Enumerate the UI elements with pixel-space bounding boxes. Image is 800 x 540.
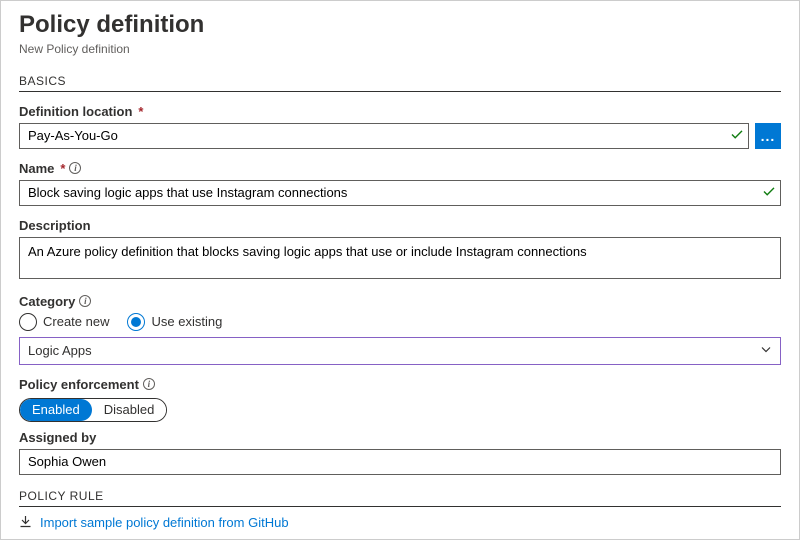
field-category: Category i Create new Use existing Logic…: [19, 294, 781, 365]
definition-location-input[interactable]: [19, 123, 749, 149]
policy-enforcement-label: Policy enforcement i: [19, 377, 781, 392]
page-subtitle: New Policy definition: [19, 42, 781, 56]
name-label-text: Name: [19, 161, 54, 176]
info-icon[interactable]: i: [79, 295, 91, 307]
radio-icon: [19, 313, 37, 331]
assigned-by-label: Assigned by: [19, 430, 781, 445]
section-policy-rule-heading: POLICY RULE: [19, 489, 781, 507]
policy-enforcement-label-text: Policy enforcement: [19, 377, 139, 392]
field-name: Name * i: [19, 161, 781, 206]
page-title: Policy definition: [19, 11, 781, 40]
field-assigned-by: Assigned by: [19, 430, 781, 475]
import-sample-link-text: Import sample policy definition from Git…: [40, 515, 289, 530]
enforcement-disabled-option[interactable]: Disabled: [92, 399, 167, 421]
assigned-by-input[interactable]: [19, 449, 781, 475]
category-select-value: Logic Apps: [28, 343, 92, 358]
enforcement-enabled-option[interactable]: Enabled: [20, 399, 92, 421]
section-basics-heading: BASICS: [19, 74, 781, 92]
definition-location-label-text: Definition location: [19, 104, 132, 119]
required-asterisk: *: [60, 161, 65, 176]
required-asterisk: *: [138, 104, 143, 119]
policy-definition-panel: Policy definition New Policy definition …: [0, 0, 800, 540]
category-select[interactable]: Logic Apps: [19, 337, 781, 365]
name-input[interactable]: [19, 180, 781, 206]
download-icon: [19, 515, 32, 531]
category-radio-use-existing[interactable]: Use existing: [127, 313, 222, 331]
category-radio-create-new[interactable]: Create new: [19, 313, 109, 331]
chevron-down-icon: [760, 343, 772, 358]
definition-location-picker-button[interactable]: ...: [755, 123, 781, 149]
description-label: Description: [19, 218, 781, 233]
description-input[interactable]: An Azure policy definition that blocks s…: [19, 237, 781, 279]
category-label: Category i: [19, 294, 781, 309]
import-sample-link[interactable]: Import sample policy definition from Git…: [19, 515, 289, 531]
category-radio-group: Create new Use existing: [19, 313, 781, 331]
category-label-text: Category: [19, 294, 75, 309]
category-create-label: Create new: [43, 314, 109, 329]
info-icon[interactable]: i: [143, 378, 155, 390]
enforcement-toggle: Enabled Disabled: [19, 398, 167, 422]
field-description: Description An Azure policy definition t…: [19, 218, 781, 282]
definition-location-label: Definition location *: [19, 104, 781, 119]
radio-icon: [127, 313, 145, 331]
field-policy-enforcement: Policy enforcement i Enabled Disabled: [19, 377, 781, 422]
field-definition-location: Definition location * ...: [19, 104, 781, 149]
name-label: Name * i: [19, 161, 781, 176]
info-icon[interactable]: i: [69, 162, 81, 174]
category-existing-label: Use existing: [151, 314, 222, 329]
